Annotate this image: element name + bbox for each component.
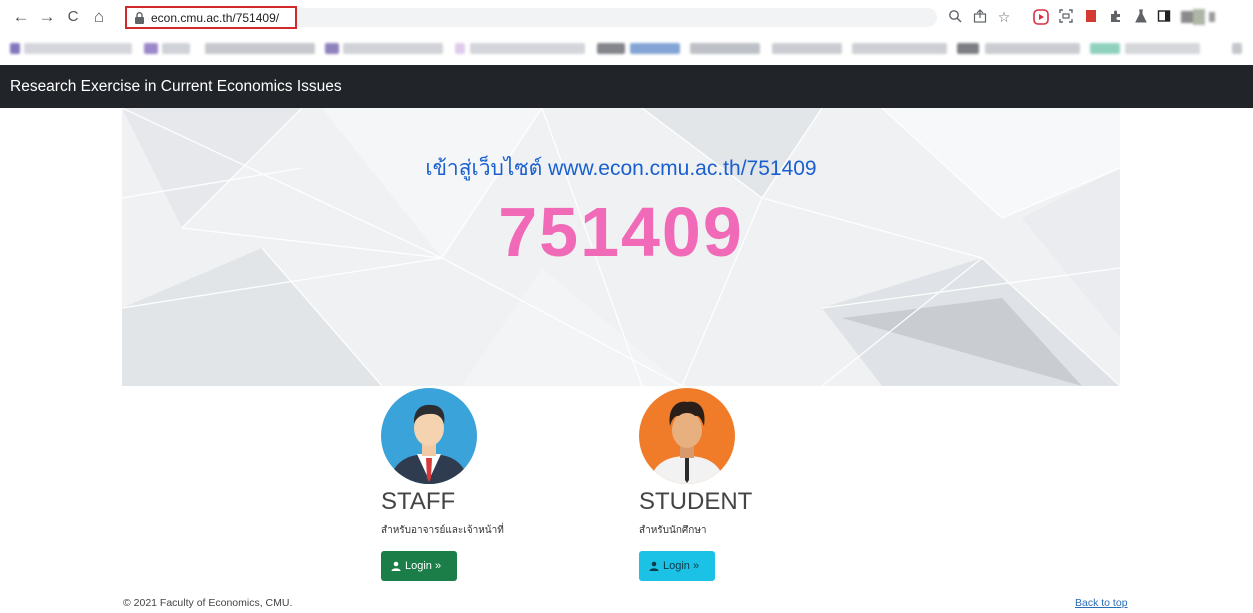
forward-arrow-icon[interactable]: →: [36, 6, 58, 28]
bookmark-item[interactable]: [957, 43, 979, 54]
site-title[interactable]: Research Exercise in Current Economics I…: [10, 78, 342, 96]
bookmark-item[interactable]: [852, 43, 947, 54]
hero-subtitle: เข้าสู่เว็บไซต์ www.econ.cmu.ac.th/75140…: [425, 157, 817, 180]
home-icon[interactable]: ⌂: [88, 6, 110, 28]
back-to-top-link[interactable]: Back to top: [1075, 597, 1128, 609]
browser-toolbar: ← → C ⌂ econ.cmu.ac.th/751409/ ☆: [0, 0, 1253, 35]
extension-red-icon[interactable]: [1033, 9, 1049, 25]
bookmark-item[interactable]: [630, 43, 680, 54]
bookmark-item[interactable]: [10, 43, 20, 54]
bookmark-item[interactable]: [455, 43, 465, 54]
bookmark-item[interactable]: [690, 43, 760, 54]
bookmark-item[interactable]: [205, 43, 315, 54]
user-icon: [649, 561, 659, 571]
staff-avatar: [381, 388, 477, 484]
student-card: STUDENT สำหรับนักศึกษา Login »: [639, 388, 839, 588]
url-text: econ.cmu.ac.th/751409/: [151, 11, 280, 25]
address-bar[interactable]: econ.cmu.ac.th/751409/: [125, 6, 297, 29]
zoom-icon[interactable]: [947, 9, 963, 25]
staff-card: STAFF สำหรับอาจารย์และเจ้าหน้าที่ Login …: [381, 388, 581, 588]
user-icon: [391, 561, 401, 571]
bookmark-item[interactable]: [325, 43, 339, 54]
staff-login-label: Login »: [405, 560, 442, 572]
profile-avatar[interactable]: [1181, 9, 1219, 25]
hero-banner: เข้าสู่เว็บไซต์ www.econ.cmu.ac.th/75140…: [122, 108, 1120, 386]
student-login-label: Login »: [663, 560, 700, 572]
bookmark-item[interactable]: [772, 43, 842, 54]
bookmark-item[interactable]: [985, 43, 1080, 54]
bookmark-item[interactable]: [1125, 43, 1200, 54]
bookmarks-bar: [0, 34, 1253, 62]
student-description: สำหรับนักศึกษา: [639, 525, 707, 536]
share-icon[interactable]: [972, 9, 988, 25]
puzzle-icon[interactable]: [1108, 9, 1124, 25]
bookmark-item[interactable]: [343, 43, 443, 54]
screenshot-icon[interactable]: [1058, 9, 1074, 25]
student-login-button[interactable]: Login »: [639, 551, 715, 581]
reload-icon[interactable]: C: [62, 6, 84, 28]
bookmark-star-icon[interactable]: ☆: [996, 9, 1012, 25]
bookmark-item[interactable]: [144, 43, 158, 54]
extension-red2-icon[interactable]: [1083, 9, 1099, 25]
lab-icon[interactable]: [1133, 9, 1149, 25]
bookmark-item[interactable]: [597, 43, 625, 54]
student-avatar: [639, 388, 735, 484]
bookmark-item[interactable]: [1090, 43, 1120, 54]
sidebar-icon[interactable]: [1156, 9, 1172, 25]
lock-icon: [135, 12, 144, 24]
bookmark-item[interactable]: [1232, 43, 1242, 54]
copyright-text: © 2021 Faculty of Economics, CMU.: [123, 597, 293, 609]
back-arrow-icon[interactable]: ←: [10, 6, 32, 28]
bookmark-item[interactable]: [162, 43, 190, 54]
staff-description: สำหรับอาจารย์และเจ้าหน้าที่: [381, 525, 504, 536]
staff-login-button[interactable]: Login »: [381, 551, 457, 581]
course-code: 751409: [498, 193, 744, 271]
student-title: STUDENT: [639, 488, 753, 515]
staff-title: STAFF: [381, 488, 456, 515]
bookmark-item[interactable]: [24, 43, 132, 54]
site-navbar: Research Exercise in Current Economics I…: [0, 65, 1253, 108]
bookmark-item[interactable]: [470, 43, 585, 54]
address-bar-fill[interactable]: [297, 8, 937, 27]
